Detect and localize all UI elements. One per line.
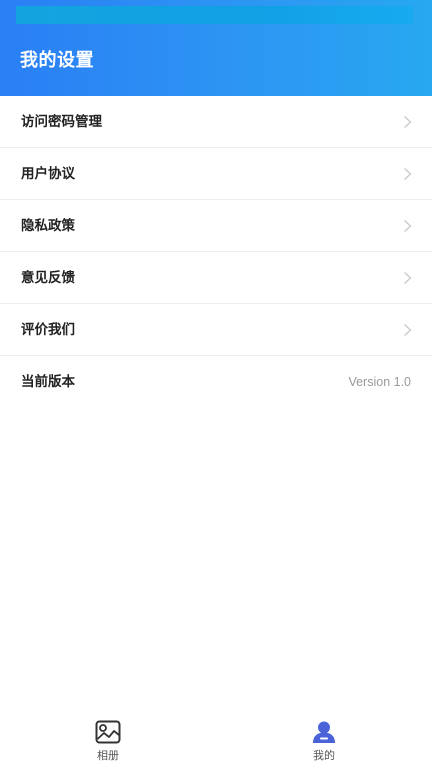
version-label: 当前版本 bbox=[21, 374, 75, 390]
tab-label: 我的 bbox=[313, 749, 335, 762]
menu-item-user-agreement[interactable]: 用户协议 bbox=[0, 148, 432, 200]
chevron-right-icon bbox=[404, 220, 412, 232]
chevron-right-icon bbox=[404, 116, 412, 128]
menu-item-feedback[interactable]: 意见反馈 bbox=[0, 252, 432, 304]
header: 我的设置 bbox=[0, 0, 432, 96]
version-value: Version 1.0 bbox=[348, 375, 411, 389]
settings-menu: 访问密码管理 用户协议 隐私政策 意见反馈 评价我们 当前版本 Version … bbox=[0, 96, 432, 408]
tab-album[interactable]: 相册 bbox=[68, 706, 148, 768]
menu-item-label: 用户协议 bbox=[21, 166, 75, 182]
menu-item-access-password[interactable]: 访问密码管理 bbox=[0, 96, 432, 148]
menu-item-rate-us[interactable]: 评价我们 bbox=[0, 304, 432, 356]
status-bar bbox=[16, 6, 413, 24]
menu-item-label: 隐私政策 bbox=[21, 218, 75, 234]
menu-item-privacy-policy[interactable]: 隐私政策 bbox=[0, 200, 432, 252]
menu-item-current-version: 当前版本 Version 1.0 bbox=[0, 356, 432, 408]
menu-item-label: 评价我们 bbox=[21, 322, 75, 338]
user-icon bbox=[313, 721, 335, 743]
chevron-right-icon bbox=[404, 272, 412, 284]
page-title: 我的设置 bbox=[20, 50, 94, 71]
tab-label: 相册 bbox=[97, 749, 119, 762]
tab-mine[interactable]: 我的 bbox=[284, 706, 364, 768]
chevron-right-icon bbox=[404, 168, 412, 180]
menu-item-label: 访问密码管理 bbox=[21, 114, 102, 130]
chevron-right-icon bbox=[404, 324, 412, 336]
bottom-tab-bar: 相册 我的 bbox=[0, 706, 432, 768]
album-icon bbox=[95, 720, 121, 744]
menu-item-label: 意见反馈 bbox=[21, 270, 75, 286]
